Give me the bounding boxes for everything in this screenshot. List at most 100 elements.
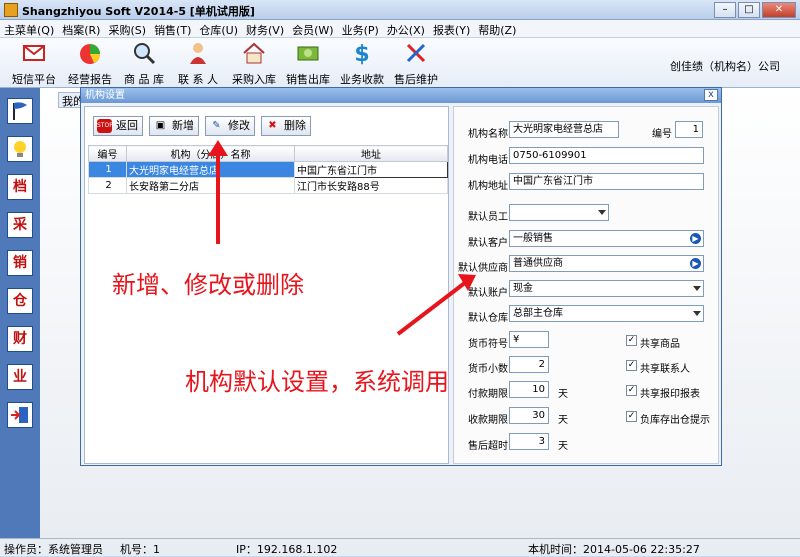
- table-header: 编号 机构（分店）名称 地址: [88, 145, 448, 162]
- chevron-down-icon: [693, 286, 701, 291]
- default-staff-label: 默认员工: [468, 212, 508, 223]
- share-reports-checkbox[interactable]: ✓: [626, 385, 637, 396]
- org-table: 编号 机构（分店）名称 地址 1 大光明家电经营总店 中国广东省江门市 2 长安…: [88, 145, 448, 194]
- default-customer-label: 默认客户: [468, 238, 508, 249]
- sidebar-flag-icon[interactable]: [7, 98, 33, 124]
- sidebar-item-finance[interactable]: 财: [7, 326, 33, 352]
- menu-item-help[interactable]: 帮助(Z): [474, 20, 520, 40]
- share-products-label: 共享商品: [640, 339, 680, 350]
- org-settings-dialog: 机构设置 x STOP 返回 ▣ 新增 ✎ 修改 ✖ 删除 编号 机构（分店）名称 地址…: [80, 87, 722, 466]
- menu-item-purchase[interactable]: 采购(S): [104, 20, 150, 40]
- status-operator: 操作员：系统管理员: [4, 543, 103, 556]
- pie-chart-icon: [80, 44, 100, 64]
- left-sidebar: 档 采 销 仓 财 业: [0, 88, 40, 538]
- sales-out-button[interactable]: 销售出库: [280, 40, 336, 86]
- close-button[interactable]: ✕: [762, 2, 796, 18]
- address-input[interactable]: 中国广东省江门市: [509, 173, 704, 190]
- status-ip: IP：192.168.1.102: [236, 543, 338, 556]
- cell-name: 长安路第二分店: [126, 177, 295, 194]
- service-timeout-label: 售后超时: [468, 441, 508, 452]
- menu-item-report[interactable]: 报表(Y): [429, 20, 474, 40]
- chevron-down-icon: [693, 311, 701, 316]
- menu-item-main[interactable]: 主菜单(Q): [0, 20, 58, 40]
- person-icon: [190, 43, 206, 64]
- arrow-right-icon[interactable]: ▶: [690, 233, 701, 244]
- sidebar-exit-icon[interactable]: [7, 402, 33, 428]
- sidebar-item-sales[interactable]: 销: [7, 250, 33, 276]
- toolbar: 短信平台 经营报告 商 品 库 联 系 人 采购入库 销售出库 $ 业务收款 售…: [0, 38, 800, 88]
- col-header-no[interactable]: 编号: [88, 145, 127, 162]
- arrow-right-icon[interactable]: ▶: [690, 258, 701, 269]
- menu-item-finance[interactable]: 财务(V): [242, 20, 288, 40]
- table-row[interactable]: 2 长安路第二分店 江门市长安路88号: [88, 177, 448, 194]
- add-button[interactable]: ▣ 新增: [149, 116, 199, 136]
- default-warehouse-select[interactable]: 总部主仓库: [509, 305, 704, 322]
- default-warehouse-label: 默认仓库: [468, 313, 508, 324]
- share-reports-label: 共享报印报表: [640, 389, 700, 400]
- id-input[interactable]: 1: [675, 121, 703, 138]
- minimize-button[interactable]: –: [714, 2, 736, 18]
- decimals-input[interactable]: 2: [509, 356, 549, 373]
- menu-item-sales[interactable]: 销售(T): [150, 20, 195, 40]
- share-contacts-checkbox[interactable]: ✓: [626, 360, 637, 371]
- dialog-close-button[interactable]: x: [704, 89, 718, 101]
- status-machine: 机号：1: [120, 543, 160, 556]
- dialog-title: 机构设置: [81, 88, 721, 103]
- sidebar-item-purchase[interactable]: 采: [7, 212, 33, 238]
- business-report-button[interactable]: 经营报告: [62, 40, 118, 86]
- back-button[interactable]: STOP 返回: [93, 116, 143, 136]
- window-title: Shangzhiyou Soft V2014-5 [单机试用版]: [22, 5, 255, 18]
- col-header-name[interactable]: 机构（分店）名称: [126, 145, 295, 162]
- menu-item-business[interactable]: 业务(P): [338, 20, 383, 40]
- delete-button[interactable]: ✖ 删除: [261, 116, 311, 136]
- collect-term-input[interactable]: 30: [509, 407, 549, 424]
- annotation-default-settings: 机构默认设置，系统调用: [185, 368, 449, 396]
- default-account-select[interactable]: 现金: [509, 280, 704, 297]
- collect-term-label: 收款期限: [468, 415, 508, 426]
- cell-no: 1: [88, 161, 127, 178]
- magnifier-icon: [134, 43, 156, 65]
- purchase-in-button[interactable]: 采购入库: [226, 40, 282, 86]
- annotation-add-edit-delete: 新增、修改或删除: [112, 271, 304, 299]
- menu-item-warehouse[interactable]: 仓库(U): [195, 20, 242, 40]
- default-supplier-label: 默认供应商: [458, 263, 508, 274]
- product-library-button[interactable]: 商 品 库: [116, 40, 172, 86]
- sidebar-item-business[interactable]: 业: [7, 364, 33, 390]
- add-icon: ▣: [155, 120, 166, 131]
- sms-platform-button[interactable]: 短信平台: [6, 40, 62, 86]
- default-supplier-input[interactable]: 普通供应商 ▶: [509, 255, 704, 272]
- pay-term-input[interactable]: 10: [509, 381, 549, 398]
- sidebar-bulb-icon[interactable]: [7, 136, 33, 162]
- maximize-button[interactable]: □: [738, 2, 760, 18]
- col-header-address[interactable]: 地址: [294, 145, 448, 162]
- negative-stock-checkbox[interactable]: ✓: [626, 411, 637, 422]
- share-contacts-label: 共享联系人: [640, 364, 690, 375]
- sidebar-item-archive[interactable]: 档: [7, 174, 33, 200]
- menu-item-office[interactable]: 办公(X): [383, 20, 429, 40]
- collection-button[interactable]: $ 业务收款: [334, 40, 390, 86]
- tools-icon: [406, 43, 426, 63]
- cell-address[interactable]: 中国广东省江门市: [294, 161, 448, 178]
- edit-button[interactable]: ✎ 修改: [205, 116, 255, 136]
- sidebar-item-warehouse[interactable]: 仓: [7, 288, 33, 314]
- service-timeout-input[interactable]: 3: [509, 433, 549, 450]
- phone-input[interactable]: 0750-6109901: [509, 147, 704, 164]
- default-staff-select[interactable]: [509, 204, 609, 221]
- default-account-label: 默认账户: [468, 288, 508, 299]
- after-sales-button[interactable]: 售后维护: [388, 40, 444, 86]
- org-name-input[interactable]: 大光明家电经营总店: [509, 121, 619, 138]
- menu-item-member[interactable]: 会员(W): [288, 20, 337, 40]
- decimals-label: 货币小数: [468, 364, 508, 375]
- menu-bar: 主菜单(Q) 档案(R) 采购(S) 销售(T) 仓库(U) 财务(V) 会员(W) 业务(P…: [0, 20, 800, 38]
- default-customer-input[interactable]: 一般销售 ▶: [509, 230, 704, 247]
- menu-item-archive[interactable]: 档案(R): [58, 20, 104, 40]
- chevron-down-icon: [598, 210, 606, 215]
- currency-input[interactable]: ¥: [509, 331, 549, 348]
- share-products-checkbox[interactable]: ✓: [626, 335, 637, 346]
- organization-name: 创佳绩（机构名）公司: [670, 60, 780, 73]
- status-bar: 操作员：系统管理员 机号：1 IP：192.168.1.102 本机时间：201…: [0, 538, 800, 556]
- table-row[interactable]: 1 大光明家电经营总店 中国广东省江门市: [88, 161, 448, 178]
- stop-icon: STOP: [97, 119, 113, 133]
- contacts-button[interactable]: 联 系 人: [170, 40, 226, 86]
- pencil-icon: ✎: [212, 120, 221, 131]
